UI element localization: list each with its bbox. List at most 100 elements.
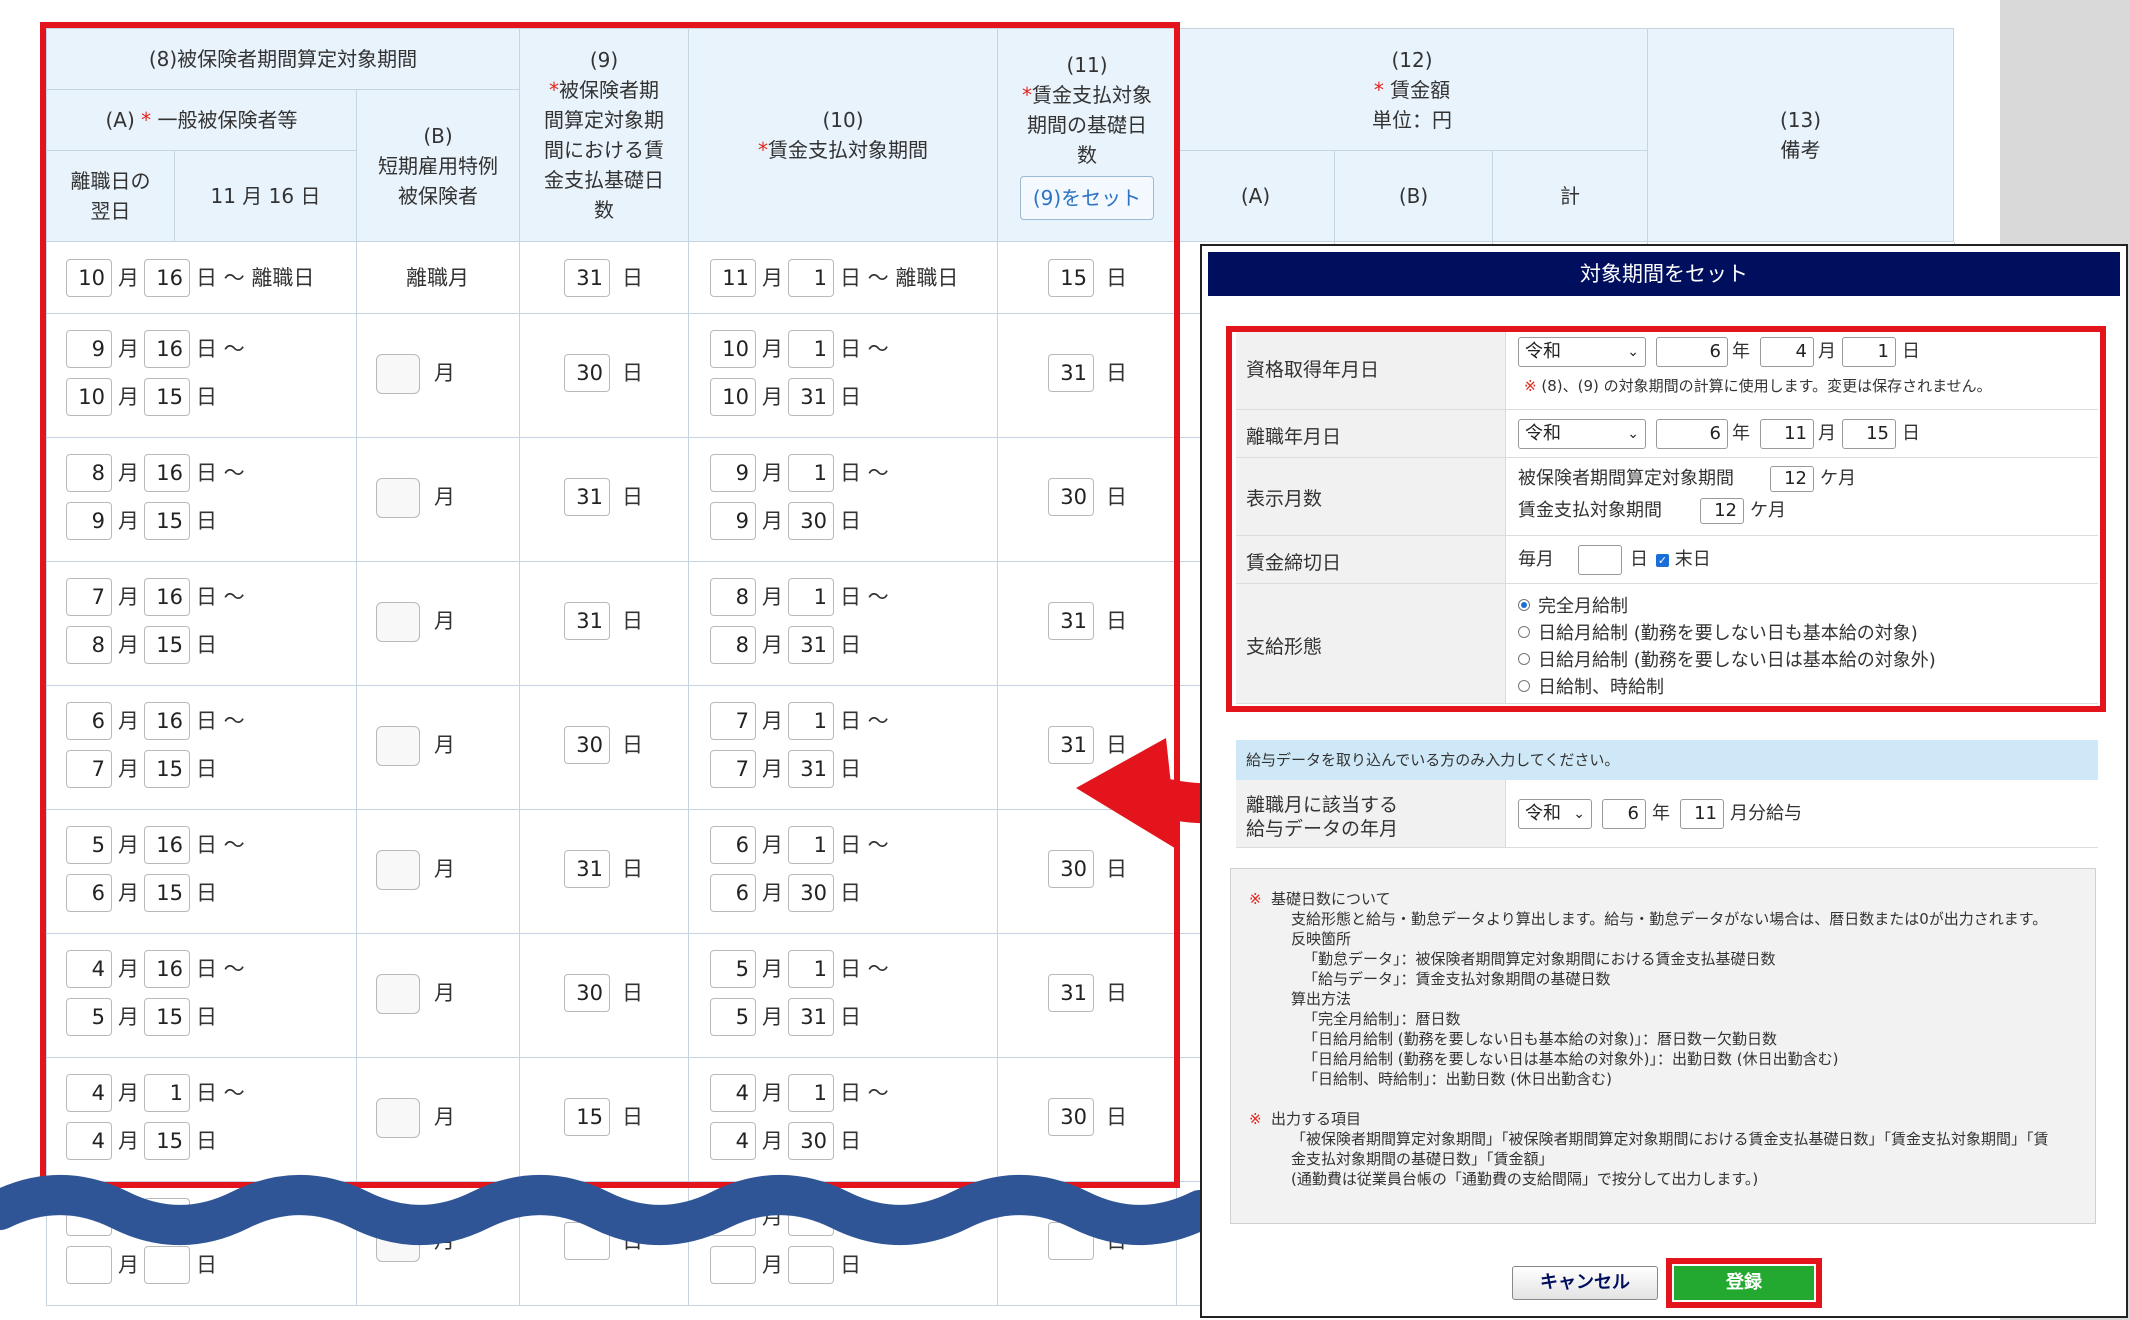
wage-to-month-input[interactable]: 9 [710,502,756,540]
wage-from-month-input[interactable]: 9 [710,454,756,492]
period-to-month-input[interactable]: 8 [66,626,112,664]
days11-input[interactable]: 15 [1048,259,1094,297]
period-to-month-input[interactable]: 5 [66,998,112,1036]
period-from-month-input[interactable]: 10 [66,259,112,297]
wage-from-day-input[interactable]: 1 [788,702,834,740]
short-term-month-input[interactable] [376,1098,420,1138]
days11-input[interactable]: 31 [1048,354,1094,392]
wage-to-day-input[interactable]: 31 [788,378,834,416]
short-term-month-input[interactable] [376,974,420,1014]
set-9-button[interactable]: (9)をセット [1019,176,1155,220]
period-from-month-input[interactable]: 7 [66,578,112,616]
period-to-month-input[interactable]: 7 [66,750,112,788]
period-from-day-input[interactable]: 16 [144,330,190,368]
wage-to-month-input[interactable]: 8 [710,626,756,664]
period-from-day-input[interactable]: 16 [144,578,190,616]
wage-from-month-input[interactable]: 8 [710,578,756,616]
period-from-month-input[interactable]: 9 [66,330,112,368]
period-from-month-input[interactable]: 4 [66,1074,112,1112]
period-from-month-input[interactable]: 8 [66,454,112,492]
months-2-input[interactable]: 12 [1700,498,1744,524]
payment-option-3[interactable]: 日給月給制 (勤務を要しない日は基本給の対象外) [1518,646,1936,676]
wage-from-month-input[interactable]: 6 [710,826,756,864]
short-term-month-input[interactable] [376,478,420,518]
period-from-day-input[interactable]: 16 [144,454,190,492]
period-from-month-input[interactable]: 6 [66,702,112,740]
period-from-day-input[interactable]: 16 [144,702,190,740]
wage-to-month-input[interactable]: 10 [710,378,756,416]
wage-from-month-input[interactable]: 4 [710,1074,756,1112]
period-to-day-input[interactable]: 15 [144,378,190,416]
wage-to-day-input[interactable]: 31 [788,750,834,788]
wage-from-day-input[interactable]: 1 [788,578,834,616]
acquisition-era-select[interactable]: 令和 ⌄ [1518,337,1646,367]
period-to-month-input[interactable]: 9 [66,502,112,540]
period-to-month-input[interactable]: 4 [66,1122,112,1160]
wage-from-month-input[interactable]: 10 [710,330,756,368]
month-end-checkbox[interactable]: ✓ 末日 [1656,545,1711,575]
wage-to-month-input[interactable]: 7 [710,750,756,788]
wage-from-day-input[interactable]: 1 [788,1074,834,1112]
days9-input[interactable]: 31 [564,478,610,516]
salary-year-input[interactable]: 6 [1602,799,1646,829]
wage-from-month-input[interactable]: 7 [710,702,756,740]
acquisition-day-input[interactable]: 1 [1842,337,1896,367]
period-to-day-input[interactable]: 15 [144,998,190,1036]
short-term-month-input[interactable] [376,726,420,766]
wage-from-day-input[interactable]: 1 [788,259,834,297]
leave-day-input[interactable]: 15 [1842,419,1896,449]
period-to-day-input[interactable]: 15 [144,502,190,540]
days11-input[interactable]: 30 [1048,1098,1094,1136]
wage-to-day-input[interactable]: 30 [788,1122,834,1160]
wage-to-day-input[interactable]: 30 [788,874,834,912]
salary-era-select[interactable]: 令和 ⌄ [1518,799,1592,829]
days9-input[interactable]: 31 [564,602,610,640]
wage-from-day-input[interactable]: 1 [788,826,834,864]
cutoff-day-input[interactable] [1578,545,1622,575]
leave-year-input[interactable]: 6 [1656,419,1728,449]
wage-to-month-input[interactable]: 4 [710,1122,756,1160]
period-to-day-input[interactable]: 15 [144,874,190,912]
period-to-day-input[interactable]: 15 [144,626,190,664]
wage-to-day-input[interactable]: 30 [788,502,834,540]
wage-to-day-input[interactable]: 31 [788,626,834,664]
days9-input[interactable]: 30 [564,354,610,392]
payment-option-4[interactable]: 日給制、時給制 [1518,673,1664,703]
register-button[interactable]: 登録 [1674,1266,1814,1300]
short-term-month-input[interactable] [376,354,420,394]
wage-to-month-input[interactable]: 6 [710,874,756,912]
period-from-month-input[interactable]: 5 [66,826,112,864]
acquisition-year-input[interactable]: 6 [1656,337,1728,367]
short-term-month-input[interactable] [376,602,420,642]
days11-input[interactable]: 30 [1048,478,1094,516]
months-1-input[interactable]: 12 [1770,466,1814,492]
days9-input[interactable]: 15 [564,1098,610,1136]
period-to-month-input[interactable]: 6 [66,874,112,912]
days9-input[interactable]: 30 [564,726,610,764]
cancel-button[interactable]: キャンセル [1512,1266,1658,1300]
days9-input[interactable]: 30 [564,974,610,1012]
days9-input[interactable]: 31 [564,850,610,888]
payment-option-1[interactable]: 完全月給制 [1518,592,1628,622]
wage-to-month-input[interactable]: 5 [710,998,756,1036]
days9-input[interactable]: 31 [564,259,610,297]
period-to-day-input[interactable]: 15 [144,750,190,788]
salary-month-input[interactable]: 11 [1680,799,1724,829]
wage-from-day-input[interactable]: 1 [788,330,834,368]
wage-to-day-input[interactable]: 31 [788,998,834,1036]
days11-input[interactable]: 31 [1048,602,1094,640]
period-from-month-input[interactable]: 4 [66,950,112,988]
leave-era-select[interactable]: 令和 ⌄ [1518,419,1646,449]
period-from-day-input[interactable]: 16 [144,259,190,297]
period-from-day-input[interactable]: 16 [144,950,190,988]
leave-month-input[interactable]: 11 [1760,419,1814,449]
days11-input[interactable]: 31 [1048,974,1094,1012]
acquisition-month-input[interactable]: 4 [1760,337,1814,367]
wage-from-day-input[interactable]: 1 [788,454,834,492]
period-to-day-input[interactable]: 15 [144,1122,190,1160]
wage-from-month-input[interactable]: 11 [710,259,756,297]
period-from-day-input[interactable]: 1 [144,1074,190,1112]
payment-option-2[interactable]: 日給月給制 (勤務を要しない日も基本給の対象) [1518,619,1918,649]
period-from-day-input[interactable]: 16 [144,826,190,864]
short-term-month-input[interactable] [376,850,420,890]
